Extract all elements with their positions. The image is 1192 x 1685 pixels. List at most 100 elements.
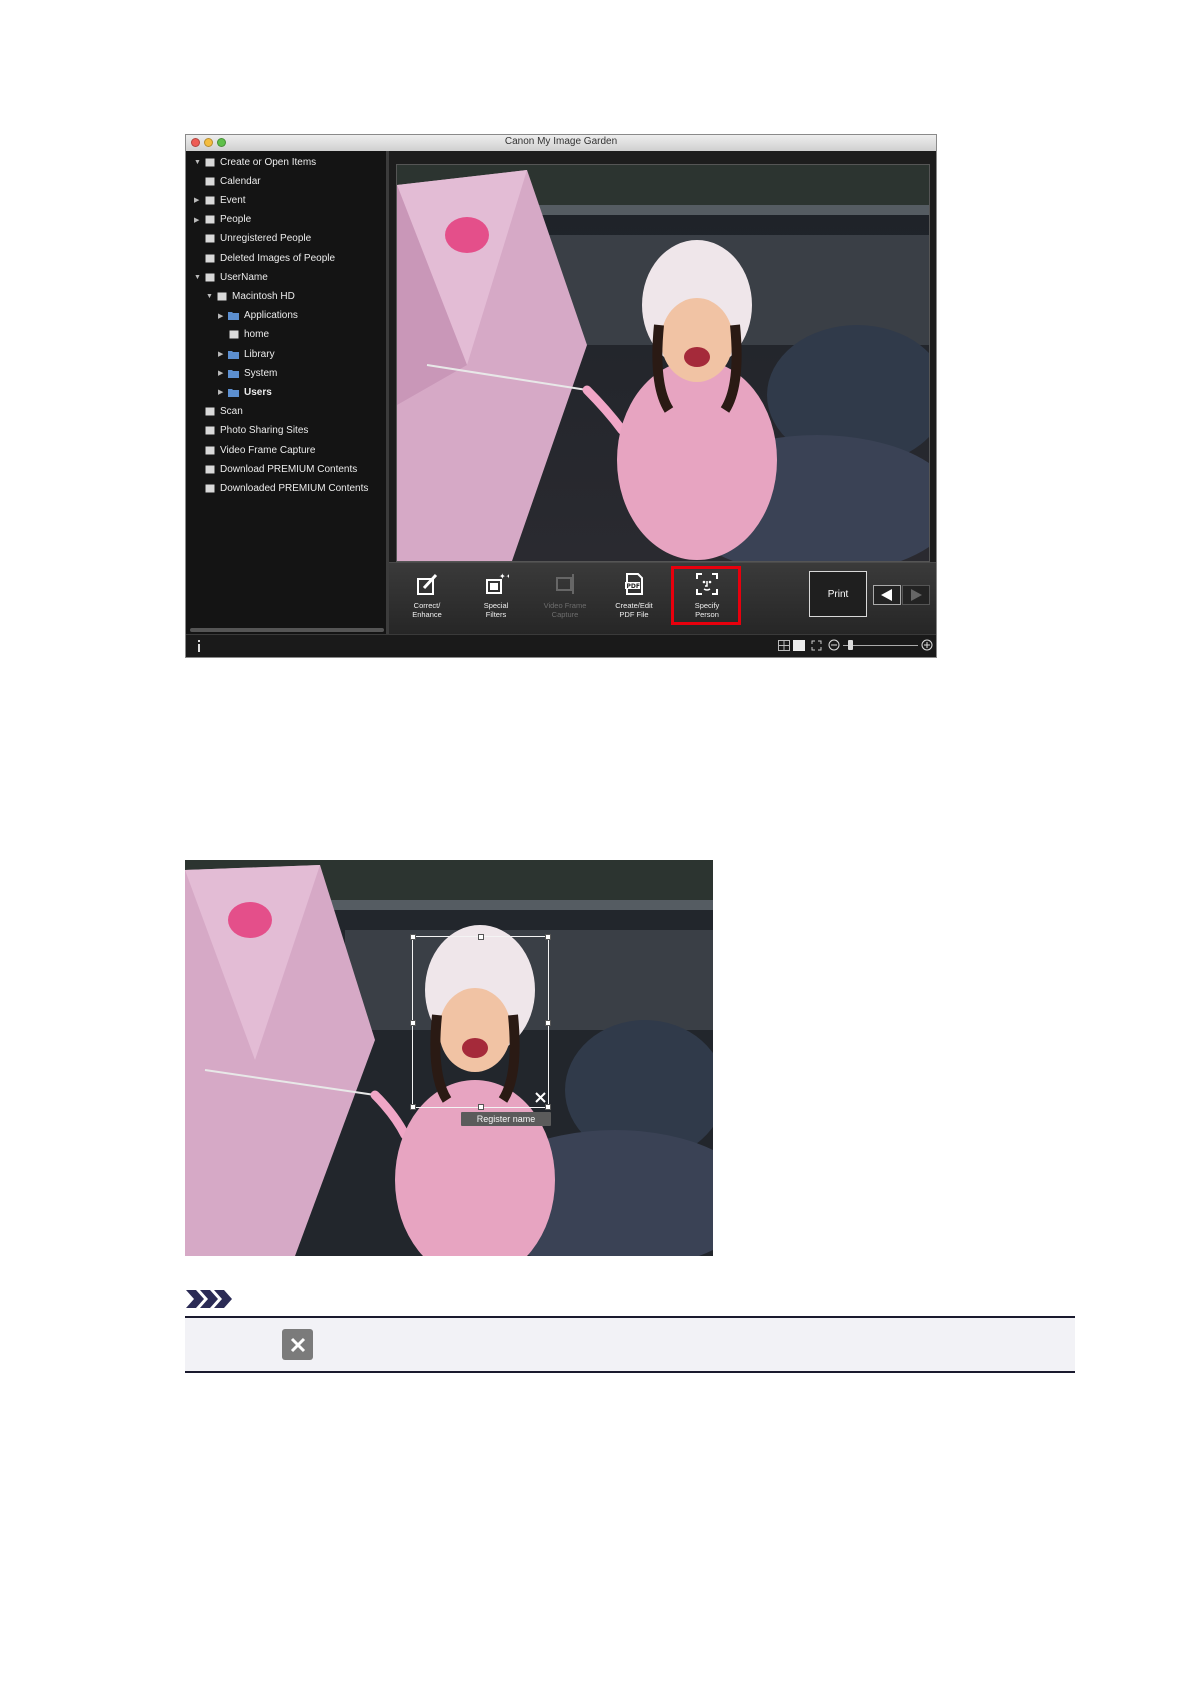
specify-person-highlight — [671, 566, 741, 625]
special-filters-button[interactable]: ✦✦ Special Filters — [464, 571, 528, 619]
tool-label: Correct/ — [413, 601, 441, 610]
resize-handle[interactable] — [410, 1104, 416, 1110]
status-bar — [186, 634, 936, 657]
close-icon — [535, 1092, 546, 1103]
tool-label: Capture — [551, 610, 579, 619]
close-x-icon — [282, 1329, 313, 1360]
computer-icon — [204, 272, 215, 282]
disclosure-closed-icon[interactable]: ▶ — [194, 216, 204, 224]
folder-icon — [228, 311, 239, 321]
note-icon — [186, 1290, 232, 1308]
sidebar-item[interactable]: home — [218, 326, 269, 344]
disclosure-closed-icon[interactable]: ▶ — [194, 196, 204, 204]
sidebar-item-label: Deleted Images of People — [220, 252, 336, 264]
zoom-slider[interactable] — [843, 645, 918, 646]
photo-sharing-icon — [204, 426, 215, 436]
disclosure-open-icon[interactable]: ▼ — [194, 159, 204, 166]
sidebar-item-label: System — [244, 367, 278, 379]
sidebar-item-label: Create or Open Items — [220, 156, 317, 168]
disclosure-open-icon[interactable]: ▼ — [194, 274, 204, 281]
sidebar-item[interactable]: ▼ Macintosh HD — [206, 287, 295, 305]
create-edit-pdf-button[interactable]: PDF Create/Edit PDF File — [602, 571, 666, 619]
disclosure-open-icon[interactable]: ▼ — [206, 293, 216, 300]
unregistered-people-icon — [204, 234, 215, 244]
folder-icon — [228, 368, 239, 378]
sidebar-item[interactable]: ▶ People — [194, 211, 251, 229]
sidebar-item[interactable]: Unregistered People — [194, 230, 311, 248]
event-icon — [204, 195, 215, 205]
sidebar-item[interactable]: ▼ Create or Open Items — [194, 153, 316, 171]
disclosure-closed-icon[interactable]: ▶ — [218, 350, 228, 358]
hard-disk-icon — [216, 291, 227, 301]
window-title: Canon My Image Garden — [504, 136, 618, 147]
info-icon[interactable] — [196, 640, 202, 652]
download-premium-icon — [204, 464, 215, 474]
face-selection-frame[interactable] — [410, 934, 551, 1110]
register-name-button[interactable]: Register name — [461, 1112, 551, 1126]
resize-handle[interactable] — [545, 934, 551, 940]
sidebar-item[interactable]: Calendar — [194, 172, 261, 190]
sidebar-item-label: Users — [244, 386, 272, 398]
resize-handle[interactable] — [410, 934, 416, 940]
main-area: Correct/ Enhance ✦✦ Special Filters Vide… — [389, 151, 936, 635]
sidebar-item-label: UserName — [220, 271, 268, 283]
correct-enhance-icon — [417, 573, 438, 595]
sidebar-item[interactable]: ▶ Library — [218, 345, 275, 363]
sidebar-item-label: Macintosh HD — [232, 290, 295, 302]
sidebar-scrollbar[interactable] — [190, 628, 384, 632]
app-window: Canon My Image Garden ▼ Create or Open It… — [185, 134, 937, 658]
sidebar-item[interactable]: Deleted Images of People — [194, 249, 335, 267]
home-drive-icon — [228, 330, 239, 340]
correct-enhance-button[interactable]: Correct/ Enhance — [395, 571, 459, 619]
next-button[interactable] — [902, 585, 930, 605]
previous-button[interactable] — [873, 585, 901, 605]
note-box — [185, 1316, 1075, 1373]
resize-handle[interactable] — [478, 1104, 484, 1110]
zoom-out-icon[interactable] — [828, 639, 840, 651]
calendar-icon — [204, 176, 215, 186]
sidebar-item[interactable]: Scan — [194, 403, 243, 421]
sidebar-item[interactable]: ▶ Users — [218, 383, 272, 401]
sidebar-item[interactable]: ▶ System — [218, 364, 277, 382]
sidebar-item[interactable]: ▼ UserName — [194, 268, 268, 286]
sidebar-item[interactable]: Download PREMIUM Contents — [194, 460, 357, 478]
tool-label: Video Frame — [543, 601, 587, 610]
disclosure-closed-icon[interactable]: ▶ — [218, 388, 228, 396]
zoom-in-icon[interactable] — [921, 639, 933, 651]
video-frame-capture-button[interactable]: Video Frame Capture — [533, 571, 597, 619]
sidebar-item[interactable]: ▶ Event — [194, 191, 246, 209]
sidebar-item-label: Calendar — [220, 175, 261, 187]
sidebar-item-label: Event — [220, 194, 246, 206]
sidebar-item[interactable]: ▶ Applications — [218, 307, 298, 325]
sidebar-item-label: Download PREMIUM Contents — [220, 463, 358, 475]
thumbnail-view-icon[interactable] — [778, 640, 790, 651]
resize-handle[interactable] — [410, 1020, 416, 1026]
zoom-slider-handle[interactable] — [848, 640, 853, 650]
downloaded-premium-icon — [204, 483, 215, 493]
detail-view-icon[interactable] — [793, 640, 805, 651]
photo-image — [397, 165, 929, 561]
resize-handle[interactable] — [478, 934, 484, 940]
fullscreen-icon[interactable] — [811, 640, 822, 651]
print-button[interactable]: Print — [809, 571, 867, 617]
resize-handle[interactable] — [545, 1104, 551, 1110]
tool-label: Filters — [485, 610, 507, 619]
folder-icon — [228, 387, 239, 397]
arrow-left-icon — [881, 589, 892, 601]
disclosure-closed-icon[interactable]: ▶ — [218, 312, 228, 320]
remove-face-button[interactable] — [534, 1091, 547, 1104]
preview-photo[interactable] — [396, 164, 930, 562]
disclosure-closed-icon[interactable]: ▶ — [218, 369, 228, 377]
sidebar-item[interactable]: Photo Sharing Sites — [194, 422, 308, 440]
sidebar-item[interactable]: Video Frame Capture — [194, 441, 315, 459]
deleted-people-icon — [204, 253, 215, 263]
tool-label: Create/Edit — [615, 601, 653, 610]
sidebar-item-label: home — [244, 329, 270, 341]
sidebar-item[interactable]: Downloaded PREMIUM Contents — [194, 479, 368, 497]
arrow-right-icon — [911, 589, 922, 601]
edit-toolbar: Correct/ Enhance ✦✦ Special Filters Vide… — [389, 562, 936, 635]
sidebar-item-label: Applications — [244, 310, 298, 322]
tool-label: Special — [483, 601, 509, 610]
video-frame-capture-icon — [556, 574, 574, 594]
resize-handle[interactable] — [545, 1020, 551, 1026]
